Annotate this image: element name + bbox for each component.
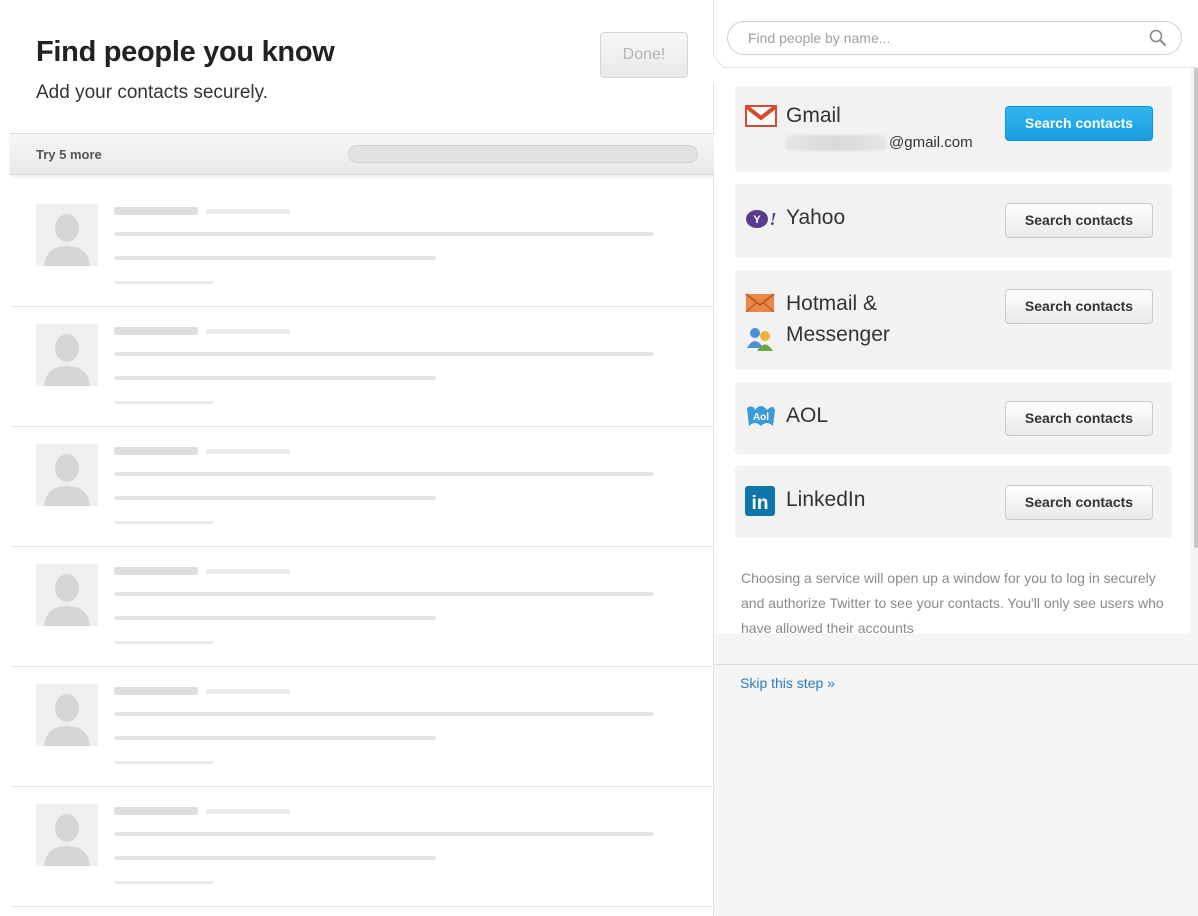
try-more-label: Try 5 more xyxy=(36,147,102,162)
default-avatar-icon xyxy=(36,804,98,866)
placeholder-line xyxy=(114,881,214,884)
suggestion-row xyxy=(10,427,714,547)
service-card-yahoo: Y ! Yahoo Search contacts xyxy=(735,184,1172,258)
placeholder-line xyxy=(114,472,654,476)
services-pane: Gmail @gmail.com Search contacts Y ! Yah… xyxy=(713,0,1198,916)
placeholder-name xyxy=(114,207,198,215)
service-card-linkedin: in LinkedIn Search contacts xyxy=(735,466,1172,538)
placeholder-line xyxy=(114,641,214,644)
search-contacts-button-aol[interactable]: Search contacts xyxy=(1005,401,1153,436)
suggestion-row xyxy=(10,547,714,667)
placeholder-line xyxy=(114,256,436,260)
messenger-icon xyxy=(745,326,777,351)
placeholder-handle xyxy=(206,689,290,694)
placeholder-line xyxy=(114,232,654,236)
yahoo-icon: Y ! xyxy=(745,208,777,232)
search-icon[interactable] xyxy=(1148,28,1168,53)
svg-text:Y: Y xyxy=(753,214,761,226)
search-bar xyxy=(714,0,1198,68)
gmail-icon xyxy=(745,104,777,128)
service-list: Gmail @gmail.com Search contacts Y ! Yah… xyxy=(714,68,1190,634)
default-avatar-icon xyxy=(36,564,98,626)
placeholder-name xyxy=(114,567,198,575)
search-contacts-button-yahoo[interactable]: Search contacts xyxy=(1005,203,1153,238)
placeholder-line xyxy=(114,281,214,284)
service-name: Gmail xyxy=(786,104,841,127)
redacted-email-blur xyxy=(785,135,887,152)
placeholder-line xyxy=(114,616,436,620)
placeholder-line xyxy=(114,401,214,404)
placeholder-handle xyxy=(206,449,290,454)
suggestion-row xyxy=(10,667,714,787)
hotmail-icon xyxy=(745,292,777,316)
placeholder-line xyxy=(114,712,654,716)
placeholder-line xyxy=(114,496,436,500)
placeholder-handle xyxy=(206,809,290,814)
follow-progress-bar xyxy=(348,145,698,163)
placeholder-line xyxy=(114,856,436,860)
service-name: AOL xyxy=(786,404,829,427)
placeholder-name xyxy=(114,687,198,695)
svg-text:Aol: Aol xyxy=(753,412,769,423)
placeholder-line xyxy=(114,832,654,836)
contacts-results-pane: Find people you know Add your contacts s… xyxy=(0,0,714,916)
service-name: Hotmail & xyxy=(786,292,878,315)
placeholder-name xyxy=(114,447,198,455)
placeholder-name xyxy=(114,807,198,815)
search-contacts-button-gmail[interactable]: Search contacts xyxy=(1005,106,1153,141)
placeholder-handle xyxy=(206,209,290,214)
placeholder-line xyxy=(114,521,214,524)
linkedin-icon: in xyxy=(745,486,777,516)
suggestion-list xyxy=(10,187,714,907)
service-name: LinkedIn xyxy=(786,488,866,511)
default-avatar-icon xyxy=(36,324,98,386)
placeholder-name xyxy=(114,327,198,335)
page-title: Find people you know xyxy=(36,36,335,68)
aol-icon: Aol xyxy=(745,404,777,428)
done-button[interactable]: Done! xyxy=(600,32,688,78)
service-email: @gmail.com xyxy=(785,134,973,152)
service-name-line2: Messenger xyxy=(786,323,890,346)
page-subtitle: Add your contacts securely. xyxy=(36,82,268,103)
help-text: Choosing a service will open up a window… xyxy=(741,570,1164,634)
suggestion-row xyxy=(10,787,714,907)
suggestion-row xyxy=(10,307,714,427)
service-card-hotmail: Hotmail & Messenger Search contacts xyxy=(735,270,1172,370)
default-avatar-icon xyxy=(36,444,98,506)
placeholder-line xyxy=(114,736,436,740)
footer-divider xyxy=(714,664,1198,665)
svg-text:!: ! xyxy=(769,209,776,229)
try-more-bar: Try 5 more xyxy=(10,133,714,175)
service-card-gmail: Gmail @gmail.com Search contacts xyxy=(735,86,1172,172)
placeholder-line xyxy=(114,761,214,764)
svg-text:in: in xyxy=(752,493,769,514)
placeholder-handle xyxy=(206,569,290,574)
email-suffix: @gmail.com xyxy=(889,134,973,151)
search-input[interactable] xyxy=(727,21,1182,55)
service-name: Yahoo xyxy=(786,206,846,229)
default-avatar-icon xyxy=(36,204,98,266)
placeholder-line xyxy=(114,352,654,356)
placeholder-line xyxy=(114,376,436,380)
service-card-aol: Aol AOL Search contacts xyxy=(735,382,1172,454)
search-contacts-button-hotmail[interactable]: Search contacts xyxy=(1005,289,1153,324)
default-avatar-icon xyxy=(36,684,98,746)
skip-step-link[interactable]: Skip this step » xyxy=(740,675,835,691)
placeholder-handle xyxy=(206,329,290,334)
search-contacts-button-linkedin[interactable]: Search contacts xyxy=(1005,485,1153,520)
suggestion-row xyxy=(10,187,714,307)
services-scrollbar[interactable] xyxy=(1194,68,1198,548)
placeholder-line xyxy=(114,592,654,596)
